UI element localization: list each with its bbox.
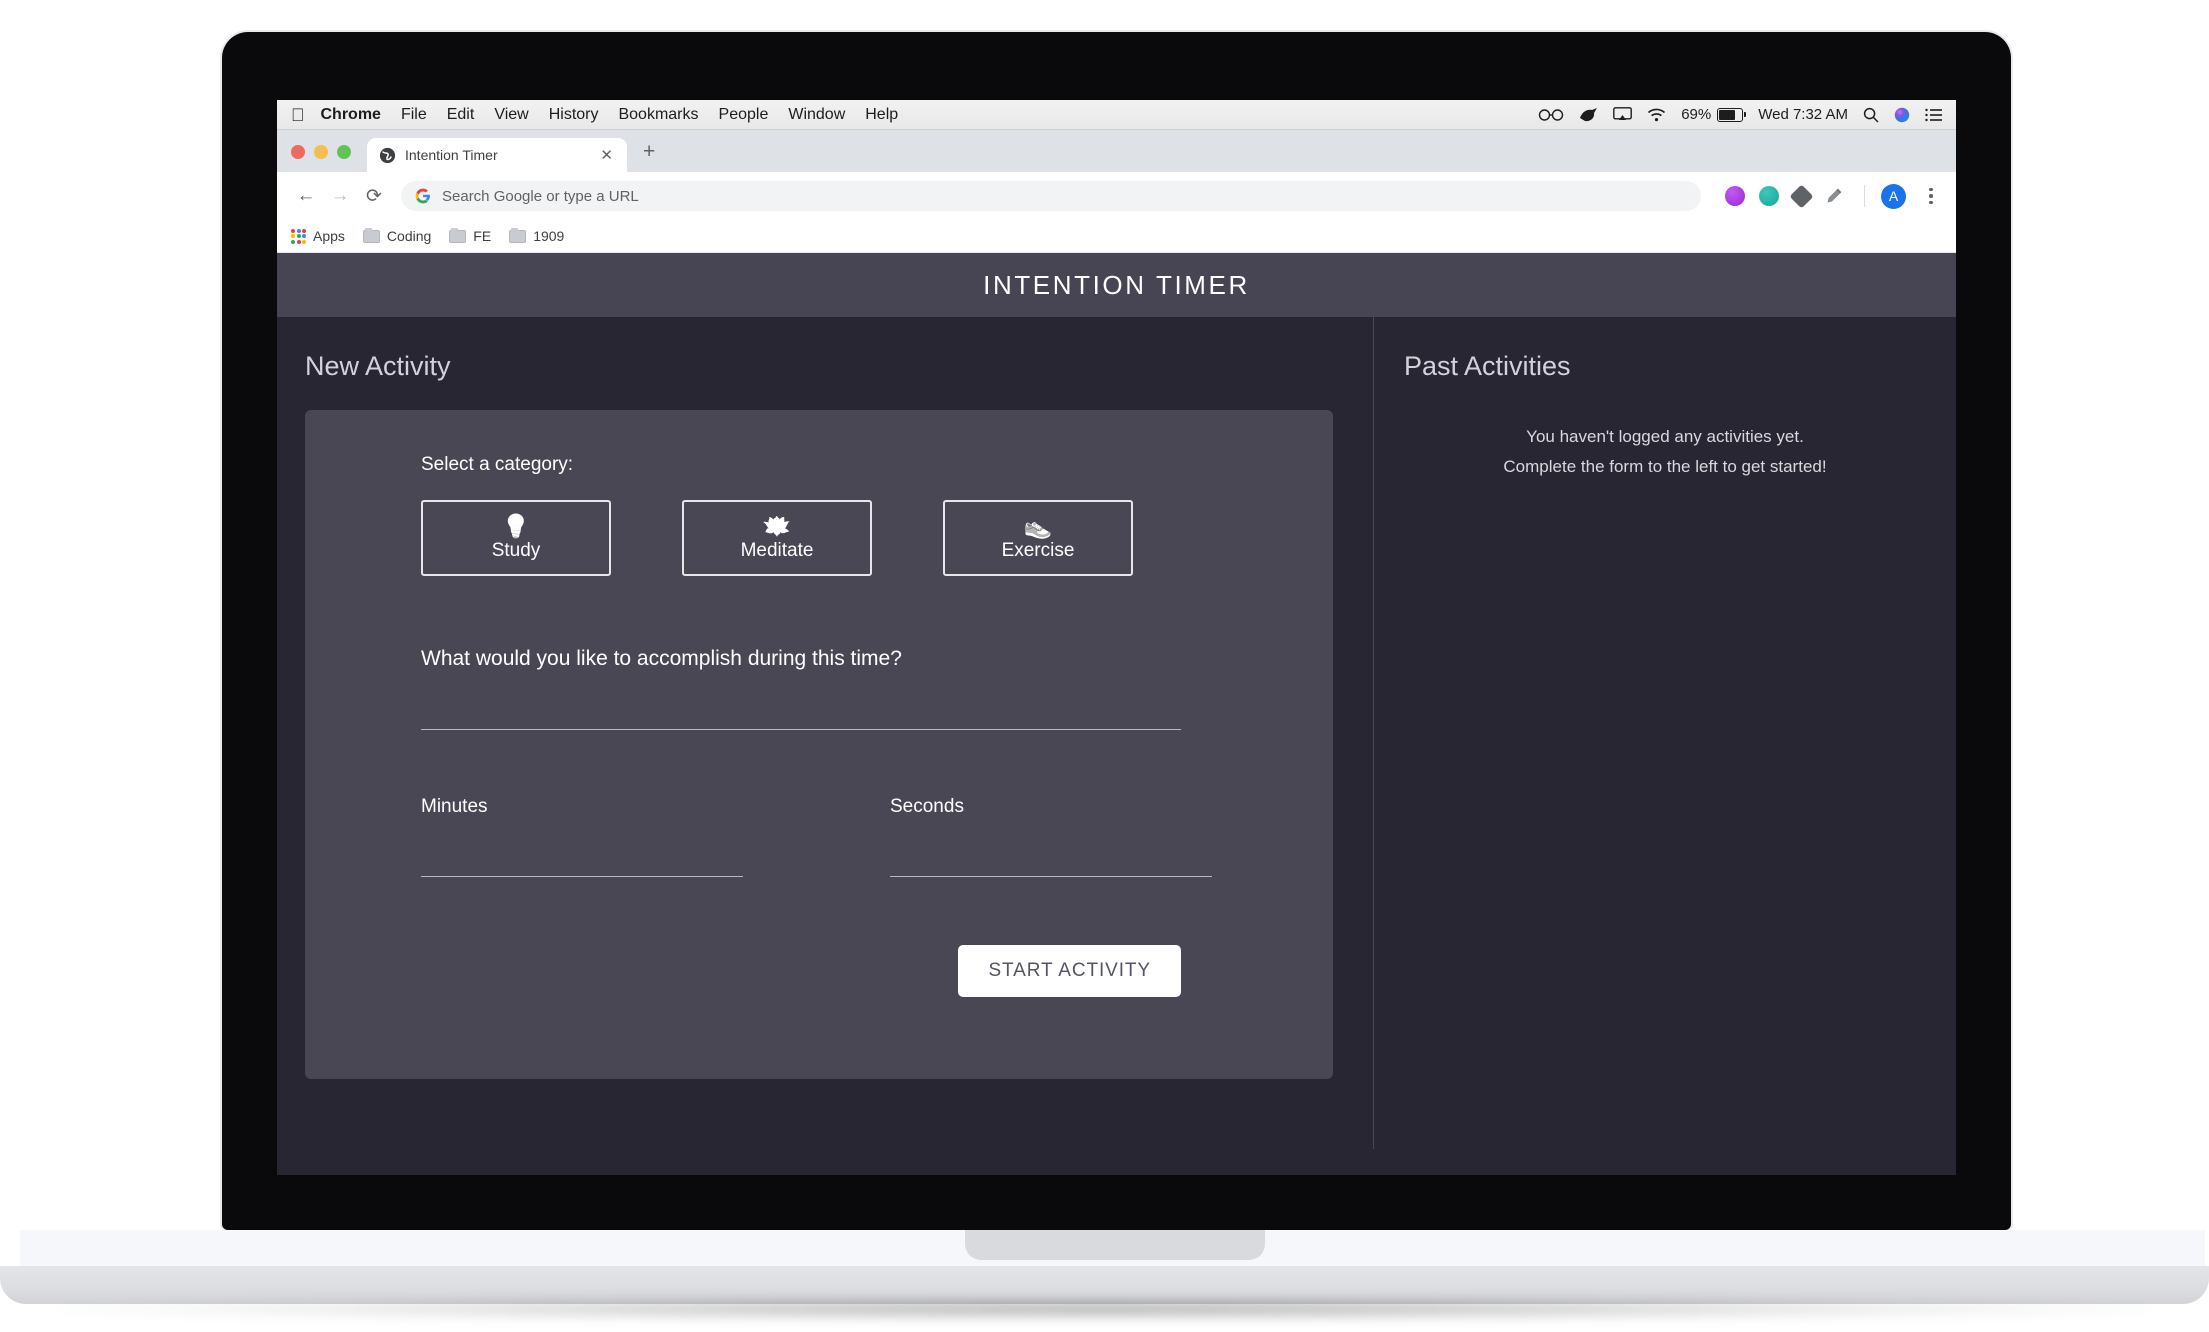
empty-state-line-2: Complete the form to the left to get sta… bbox=[1503, 456, 1827, 476]
submit-row: START ACTIVITY bbox=[421, 945, 1181, 997]
highlighter-pen-icon[interactable] bbox=[1824, 186, 1844, 206]
past-activities-column: Past Activities You haven't logged any a… bbox=[1374, 317, 1956, 1149]
folder-icon bbox=[509, 227, 527, 243]
menu-item-edit[interactable]: Edit bbox=[447, 106, 475, 124]
reload-button[interactable]: ⟳ bbox=[359, 181, 389, 211]
bookmarks-bar: Apps Coding FE 1909 bbox=[277, 220, 1956, 253]
chrome-tab-strip: Intention Timer ✕ + bbox=[277, 130, 1956, 172]
bookmark-apps-label: Apps bbox=[313, 228, 345, 244]
apps-grid-icon bbox=[291, 228, 306, 244]
bookmark-1909-label: 1909 bbox=[533, 228, 565, 244]
goal-input[interactable] bbox=[421, 689, 1181, 730]
menu-item-view[interactable]: View bbox=[494, 106, 528, 124]
lightbulb-book-icon: 💡 bbox=[501, 512, 531, 539]
window-traffic-lights bbox=[291, 145, 351, 172]
minimize-window-button[interactable] bbox=[314, 145, 328, 159]
toolbar-divider bbox=[1864, 185, 1865, 207]
seconds-label: Seconds bbox=[890, 796, 964, 817]
app-body: New Activity Select a category: 💡 Study … bbox=[277, 317, 1956, 1149]
empty-state-line-1: You haven't logged any activities yet. bbox=[1526, 427, 1804, 446]
bookmark-fe-label: FE bbox=[473, 228, 492, 244]
chrome-toolbar: ← → ⟳ Search Google or type a URL A bbox=[277, 172, 1956, 220]
address-bar-placeholder: Search Google or type a URL bbox=[442, 187, 639, 205]
back-button[interactable]: ← bbox=[291, 181, 321, 211]
new-activity-column: New Activity Select a category: 💡 Study … bbox=[277, 317, 1374, 1149]
category-label: Select a category: bbox=[421, 454, 574, 475]
start-activity-button[interactable]: START ACTIVITY bbox=[958, 945, 1181, 997]
laptop-trackpad-notch bbox=[965, 1230, 1265, 1260]
google-g-icon bbox=[415, 188, 431, 204]
menu-item-people[interactable]: People bbox=[719, 106, 769, 124]
folder-icon bbox=[449, 227, 467, 243]
bookmark-1909[interactable]: 1909 bbox=[509, 227, 565, 244]
category-button-study[interactable]: 💡 Study bbox=[421, 500, 611, 576]
close-tab-icon[interactable]: ✕ bbox=[596, 146, 617, 165]
forward-button[interactable]: → bbox=[325, 181, 355, 211]
glasses-icon[interactable] bbox=[1538, 108, 1564, 122]
battery-status[interactable]: 69% bbox=[1681, 106, 1747, 123]
wifi-icon[interactable] bbox=[1647, 108, 1666, 122]
menu-item-file[interactable]: File bbox=[401, 106, 427, 124]
screenshot-root:  Chrome File Edit View History Bookmark… bbox=[0, 0, 2209, 1332]
profile-avatar[interactable]: A bbox=[1881, 183, 1906, 209]
menu-item-bookmarks[interactable]: Bookmarks bbox=[618, 106, 698, 124]
battery-fill bbox=[1719, 109, 1736, 120]
goal-label: What would you like to accomplish during… bbox=[421, 647, 902, 670]
browser-viewport:  Chrome File Edit View History Bookmark… bbox=[277, 100, 1956, 1175]
category-button-group: 💡 Study 🪷 Meditate 👟 Exercise bbox=[421, 500, 1333, 576]
minutes-label: Minutes bbox=[421, 796, 488, 817]
past-activities-heading: Past Activities bbox=[1404, 351, 1571, 381]
extension-diamond-icon[interactable] bbox=[1789, 184, 1814, 209]
seconds-group: Seconds bbox=[890, 796, 1212, 877]
category-button-meditate-label: Meditate bbox=[740, 540, 814, 562]
browser-tab-title: Intention Timer bbox=[405, 147, 498, 163]
menu-bar-clock[interactable]: Wed 7:32 AM bbox=[1758, 106, 1848, 123]
lotus-flower-icon: 🪷 bbox=[762, 512, 792, 539]
bookmark-coding[interactable]: Coding bbox=[362, 227, 432, 244]
menu-item-chrome[interactable]: Chrome bbox=[321, 106, 381, 124]
category-button-exercise-label: Exercise bbox=[1001, 540, 1075, 562]
intention-timer-app: INTENTION TIMER New Activity Select a ca… bbox=[277, 253, 1956, 1175]
three-dot-menu-icon[interactable] bbox=[1920, 187, 1942, 205]
duration-row: Minutes Seconds bbox=[421, 796, 1333, 877]
category-button-exercise[interactable]: 👟 Exercise bbox=[943, 500, 1133, 576]
globe-favicon-icon bbox=[379, 147, 396, 164]
minutes-input[interactable] bbox=[421, 836, 743, 877]
bookmark-fe[interactable]: FE bbox=[449, 227, 492, 244]
menu-item-window[interactable]: Window bbox=[788, 106, 845, 124]
extension-purple-icon[interactable] bbox=[1725, 186, 1745, 206]
bookmark-coding-label: Coding bbox=[386, 228, 432, 244]
extension-teal-icon[interactable] bbox=[1759, 186, 1779, 206]
siri-icon[interactable] bbox=[1894, 107, 1910, 123]
running-shoe-icon: 👟 bbox=[1023, 512, 1053, 539]
new-activity-form-card: Select a category: 💡 Study 🪷 Meditate 👟 … bbox=[305, 410, 1333, 1079]
airplay-icon[interactable] bbox=[1613, 107, 1633, 122]
bookmark-apps[interactable]: Apps bbox=[291, 228, 345, 244]
category-button-meditate[interactable]: 🪷 Meditate bbox=[682, 500, 872, 576]
new-activity-heading: New Activity bbox=[305, 351, 451, 381]
bird-icon[interactable] bbox=[1579, 107, 1598, 123]
macos-menu-bar:  Chrome File Edit View History Bookmark… bbox=[277, 100, 1956, 130]
maximize-window-button[interactable] bbox=[337, 145, 351, 159]
folder-icon bbox=[362, 227, 380, 243]
menu-item-help[interactable]: Help bbox=[865, 106, 898, 124]
app-header: INTENTION TIMER bbox=[277, 253, 1956, 317]
battery-percent-label: 69% bbox=[1681, 106, 1712, 123]
page-title: INTENTION TIMER bbox=[983, 269, 1250, 300]
menu-item-history[interactable]: History bbox=[549, 106, 599, 124]
past-activities-empty-state: You haven't logged any activities yet. C… bbox=[1404, 422, 1926, 482]
seconds-input[interactable] bbox=[890, 836, 1212, 877]
browser-tab[interactable]: Intention Timer ✕ bbox=[367, 138, 627, 172]
address-bar[interactable]: Search Google or type a URL bbox=[401, 181, 1701, 211]
category-button-study-label: Study bbox=[491, 540, 541, 562]
new-tab-button[interactable]: + bbox=[643, 141, 655, 162]
close-window-button[interactable] bbox=[291, 145, 305, 159]
apple-logo-icon[interactable]:  bbox=[291, 106, 305, 124]
battery-icon bbox=[1717, 107, 1747, 122]
spotlight-search-icon[interactable] bbox=[1863, 107, 1879, 123]
laptop-shadow bbox=[60, 1296, 2150, 1322]
minutes-group: Minutes bbox=[421, 796, 743, 877]
notification-center-icon[interactable] bbox=[1925, 108, 1942, 122]
